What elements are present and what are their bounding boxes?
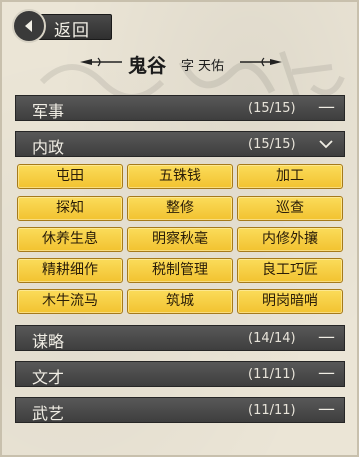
section-label: 文才	[32, 368, 65, 387]
skill-button[interactable]: 内修外攘	[237, 227, 343, 252]
back-label: 返回	[54, 21, 90, 41]
section-label: 谋略	[32, 332, 65, 351]
courtesy-name: 天佑	[198, 59, 225, 74]
skill-button[interactable]: 探知	[17, 196, 123, 221]
skill-button[interactable]: 整修	[127, 196, 233, 221]
section-count: (14/14)	[248, 331, 296, 346]
section-count: (11/11)	[248, 403, 296, 418]
right-ornament-icon	[240, 57, 282, 67]
skill-button[interactable]: 巡查	[237, 196, 343, 221]
section-label: 内政	[32, 138, 65, 157]
section-martial[interactable]: 武艺 (11/11) —	[15, 397, 345, 423]
section-administration[interactable]: 内政 (15/15)	[15, 131, 345, 157]
section-label: 武艺	[32, 404, 65, 423]
section-strategy[interactable]: 谋略 (14/14) —	[15, 325, 345, 351]
character-skill-page: 返回 鬼谷 字 天佑 军事 (15/15) — 内政 (15/15) 屯田 五铢…	[0, 0, 359, 457]
character-name: 鬼谷	[128, 55, 167, 77]
section-label: 军事	[32, 102, 65, 121]
skill-button[interactable]: 屯田	[17, 164, 123, 189]
skill-button[interactable]: 明察秋毫	[127, 227, 233, 252]
skill-button[interactable]: 明岗暗哨	[237, 289, 343, 314]
section-military[interactable]: 军事 (15/15) —	[15, 95, 345, 121]
section-count: (15/15)	[248, 137, 296, 152]
back-arrow-icon	[12, 9, 46, 43]
skill-button[interactable]: 税制管理	[127, 258, 233, 283]
character-title: 鬼谷 字 天佑	[2, 50, 359, 77]
skill-grid: 屯田 五铢钱 加工 探知 整修 巡查 休养生息 明察秋毫 内修外攘 精耕细作 税…	[15, 160, 345, 320]
chevron-down-icon	[319, 140, 333, 149]
collapse-dash-icon: —	[318, 97, 335, 117]
collapse-dash-icon: —	[318, 327, 335, 347]
skill-button[interactable]: 木牛流马	[17, 289, 123, 314]
back-button[interactable]: 返回	[12, 8, 112, 43]
skill-button[interactable]: 休养生息	[17, 227, 123, 252]
section-count: (11/11)	[248, 367, 296, 382]
skill-button[interactable]: 良工巧匠	[237, 258, 343, 283]
skill-button[interactable]: 筑城	[127, 289, 233, 314]
skill-button[interactable]: 加工	[237, 164, 343, 189]
section-count: (15/15)	[248, 101, 296, 116]
collapse-dash-icon: —	[318, 363, 335, 383]
left-ornament-icon	[80, 57, 122, 67]
section-literary[interactable]: 文才 (11/11) —	[15, 361, 345, 387]
courtesy-label: 字	[181, 59, 195, 74]
collapse-dash-icon: —	[318, 399, 335, 419]
skill-button[interactable]: 精耕细作	[17, 258, 123, 283]
skill-button[interactable]: 五铢钱	[127, 164, 233, 189]
